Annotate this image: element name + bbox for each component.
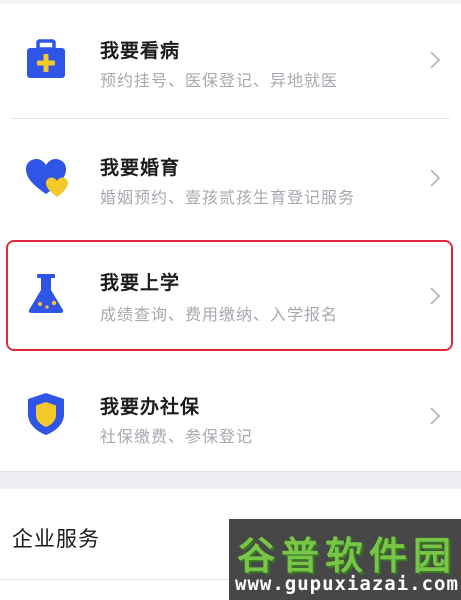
chevron-right-icon [430,407,441,425]
chevron-right-icon [430,51,441,69]
shield-icon [28,393,64,435]
hearts-icon [26,159,68,197]
service-title: 我要婚育 [100,157,181,179]
site-watermark: 谷普软件园 www.gupuxiazai.com [229,519,461,600]
service-item-medical[interactable]: 我要看病 预约挂号、医保登记、异地就医 [0,0,461,118]
service-title: 我要办社保 [100,396,201,418]
chevron-right-icon [430,169,441,187]
medical-kit-icon [27,39,65,78]
service-title: 我要看病 [100,40,181,62]
watermark-title: 谷普软件园 [237,534,458,578]
service-item-marriage[interactable]: 我要婚育 婚姻预约、壹孩贰孩生育登记服务 [0,119,461,234]
service-subtitle: 社保缴费、参保登记 [100,427,254,446]
services-card: 我要看病 预约挂号、医保登记、异地就医 我要婚育 婚姻预约、壹孩贰孩生育登记服务… [0,0,461,472]
service-subtitle: 预约挂号、医保登记、异地就医 [100,71,339,90]
service-subtitle: 婚姻预约、壹孩贰孩生育登记服务 [100,188,356,207]
service-item-social-security[interactable]: 我要办社保 社保缴费、参保登记 [0,356,461,471]
enterprise-services-label: 企业服务 [12,527,100,551]
highlight-box [6,240,453,351]
watermark-url: www.gupuxiazai.com [235,573,459,595]
